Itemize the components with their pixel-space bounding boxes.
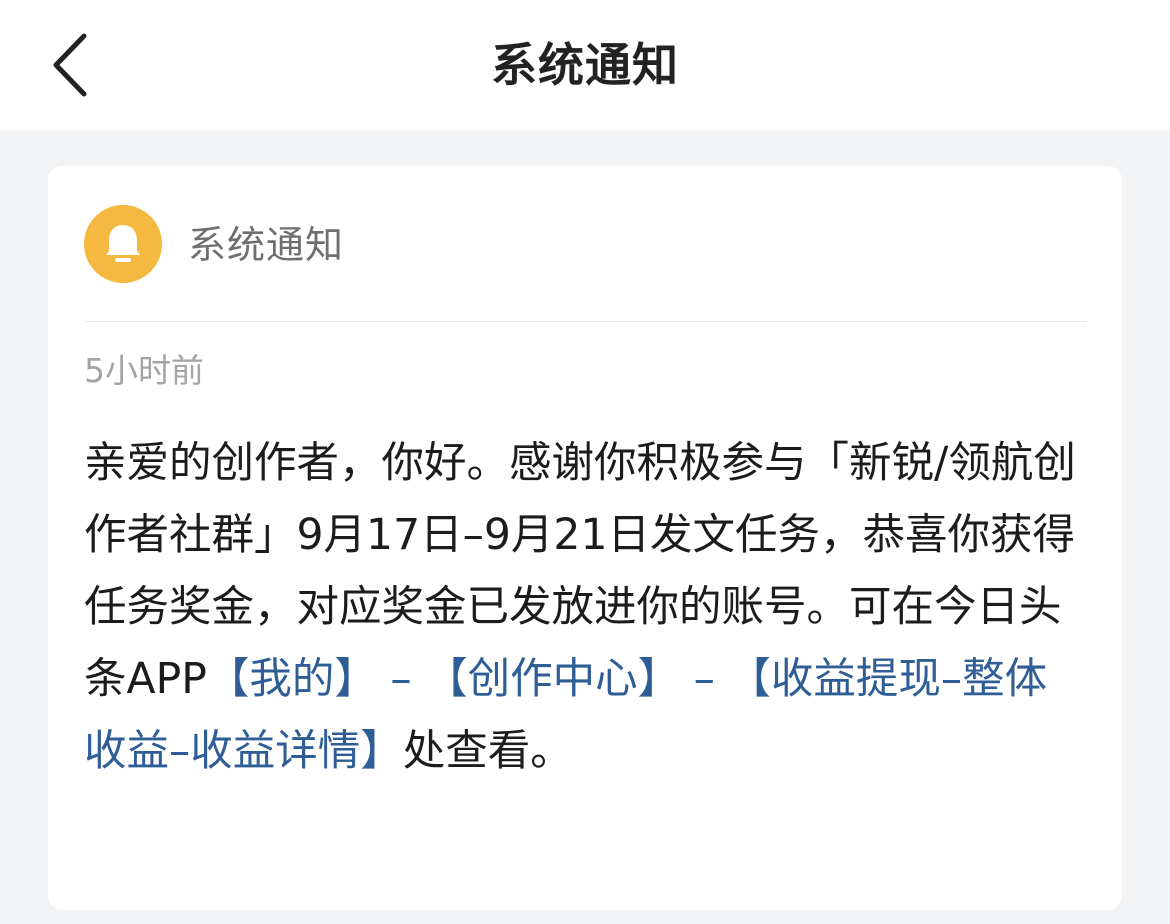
message-text-outro: 处查看。	[402, 727, 573, 776]
sender-name: 系统通知	[188, 223, 345, 267]
navigation-bar: 系统通知	[0, 0, 1170, 130]
message-body: 亲爱的创作者，你好。感谢你积极参与「新锐/领航创作者社群」9月17日–9月21日…	[84, 428, 1084, 788]
timestamp: 5小时前	[84, 351, 204, 390]
bell-icon	[106, 225, 140, 262]
notification-card: 系统通知 5小时前 亲爱的创作者，你好。感谢你积极参与「新锐/领航创作者社群」9…	[48, 166, 1122, 910]
divider	[84, 321, 1086, 322]
avatar	[84, 205, 162, 283]
page-title: 系统通知	[491, 38, 679, 92]
